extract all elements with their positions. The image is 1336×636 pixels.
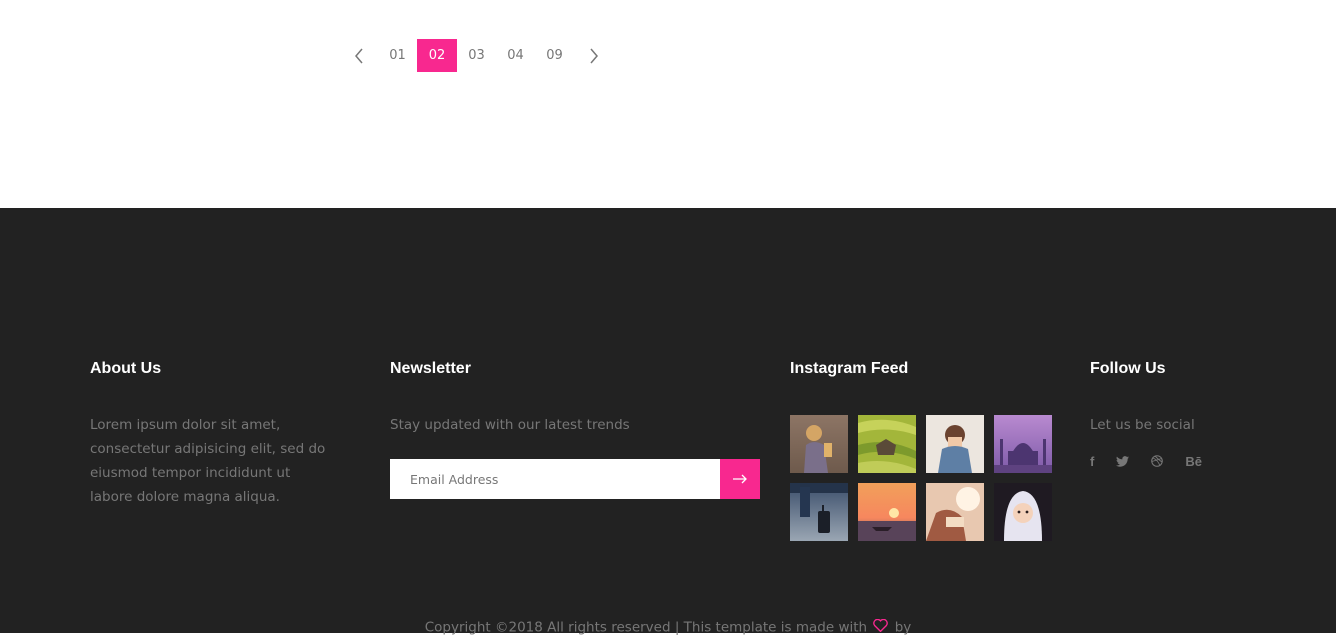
girl-in-denim-thumbnail[interactable] (926, 415, 984, 473)
chevron-left-icon (354, 48, 363, 63)
facebook-link[interactable]: f (1090, 453, 1094, 469)
behance-link[interactable]: Bē (1185, 453, 1202, 469)
child-in-coat-thumbnail[interactable] (790, 415, 848, 473)
page-link-03[interactable]: 03 (457, 39, 496, 72)
arrow-right-icon (733, 474, 747, 484)
newsletter-submit-button[interactable] (720, 459, 760, 499)
follow-title: Follow Us (1090, 360, 1166, 377)
footer-follow: Follow Us Let us be social f Bē (1090, 360, 1290, 469)
page-link-09[interactable]: 09 (535, 39, 574, 72)
about-title: About Us (90, 360, 162, 377)
page-link-02-active[interactable]: 02 (417, 39, 457, 72)
traveler-with-suitcase-thumbnail[interactable] (790, 483, 848, 541)
dribbble-icon (1151, 455, 1164, 467)
twitter-link[interactable] (1116, 453, 1130, 469)
footer-newsletter: Newsletter Stay updated with our latest … (390, 360, 760, 499)
next-page-button[interactable] (574, 39, 613, 72)
copyright-before: Copyright ©2018 All rights reserved | Th… (424, 619, 868, 636)
sunset-boat-thumbnail[interactable] (858, 483, 916, 541)
taj-mahal-thumbnail[interactable] (994, 415, 1052, 473)
behance-icon: Bē (1185, 453, 1202, 469)
pagination: 01 02 03 04 09 (339, 39, 613, 72)
about-text: Lorem ipsum dolor sit amet, consectetur … (90, 417, 326, 505)
email-field[interactable] (390, 459, 720, 499)
rice-terraces-thumbnail[interactable] (858, 415, 916, 473)
footer-instagram: Instagram Feed (790, 360, 1060, 541)
page-link-01[interactable]: 01 (378, 39, 417, 72)
newsletter-title: Newsletter (390, 360, 471, 377)
twitter-icon (1116, 455, 1130, 467)
dribbble-link[interactable] (1151, 453, 1164, 469)
newsletter-form (390, 459, 760, 499)
site-footer: About Us Lorem ipsum dolor sit amet, con… (0, 208, 1336, 636)
follow-text: Let us be social (1090, 417, 1195, 433)
instagram-grid (790, 415, 1052, 541)
copyright-text: Copyright ©2018 All rights reserved | Th… (0, 618, 1336, 636)
copyright-after: by (894, 619, 912, 636)
child-in-white-hood-thumbnail[interactable] (994, 483, 1052, 541)
instagram-title: Instagram Feed (790, 360, 909, 377)
prev-page-button[interactable] (339, 39, 378, 72)
chevron-right-icon (589, 48, 598, 63)
footer-about: About Us Lorem ipsum dolor sit amet, con… (90, 360, 330, 509)
social-links: f Bē (1090, 453, 1224, 469)
girl-reading-thumbnail[interactable] (926, 483, 984, 541)
page-link-04[interactable]: 04 (496, 39, 535, 72)
heart-icon (873, 618, 889, 636)
facebook-icon: f (1090, 453, 1095, 469)
newsletter-text: Stay updated with our latest trends (390, 417, 630, 433)
